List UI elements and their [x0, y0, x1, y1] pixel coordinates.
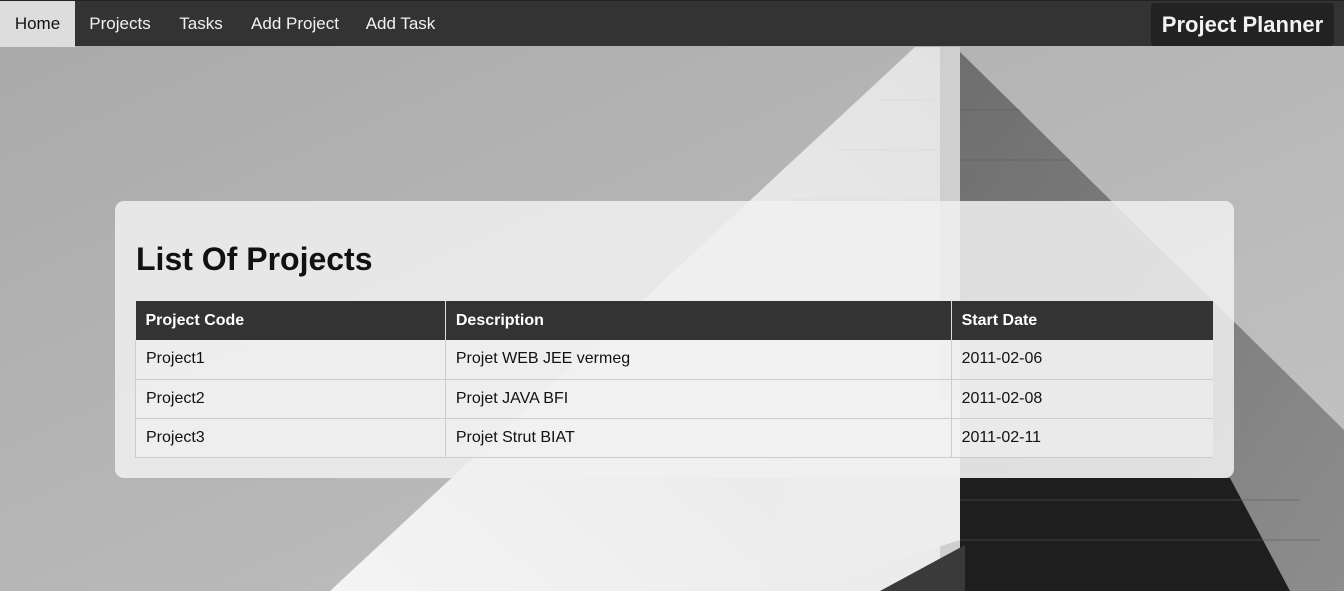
- nav-home-link[interactable]: Home: [0, 1, 75, 47]
- table-header-row: Project Code Description Start Date: [135, 301, 1213, 340]
- table-row: Project3 Projet Strut BIAT 2011-02-11: [135, 418, 1213, 458]
- brand-title: Project Planner: [1151, 3, 1334, 46]
- nav-tasks-link[interactable]: Tasks: [165, 1, 237, 47]
- projects-card: List Of Projects Project Code Descriptio…: [115, 201, 1234, 478]
- start-date-cell: 2011-02-08: [950, 379, 1213, 419]
- start-date-cell: 2011-02-06: [950, 340, 1213, 380]
- project-code-cell: Project1: [135, 340, 446, 380]
- page-title: List Of Projects: [136, 241, 373, 277]
- column-header-start-date: Start Date: [951, 301, 1213, 340]
- table-row: Project2 Projet JAVA BFI 2011-02-08: [135, 379, 1213, 419]
- table-row: Project1 Projet WEB JEE vermeg 2011-02-0…: [135, 340, 1213, 380]
- nav-projects-link[interactable]: Projects: [75, 1, 165, 47]
- projects-table: Project Code Description Start Date Proj…: [135, 301, 1213, 458]
- nav-add-task-link[interactable]: Add Task: [353, 1, 448, 47]
- project-code-cell: Project3: [135, 418, 446, 458]
- top-navigation-bar: Home Projects Tasks Add Project Add Task…: [0, 0, 1344, 47]
- start-date-cell: 2011-02-11: [950, 418, 1213, 458]
- description-cell: Projet WEB JEE vermeg: [444, 340, 952, 380]
- column-header-description: Description: [445, 301, 952, 340]
- nav-add-project-link[interactable]: Add Project: [237, 1, 353, 47]
- description-cell: Projet JAVA BFI: [444, 379, 952, 419]
- column-header-project-code: Project Code: [135, 301, 446, 340]
- project-code-cell: Project2: [135, 379, 446, 419]
- description-cell: Projet Strut BIAT: [444, 418, 952, 458]
